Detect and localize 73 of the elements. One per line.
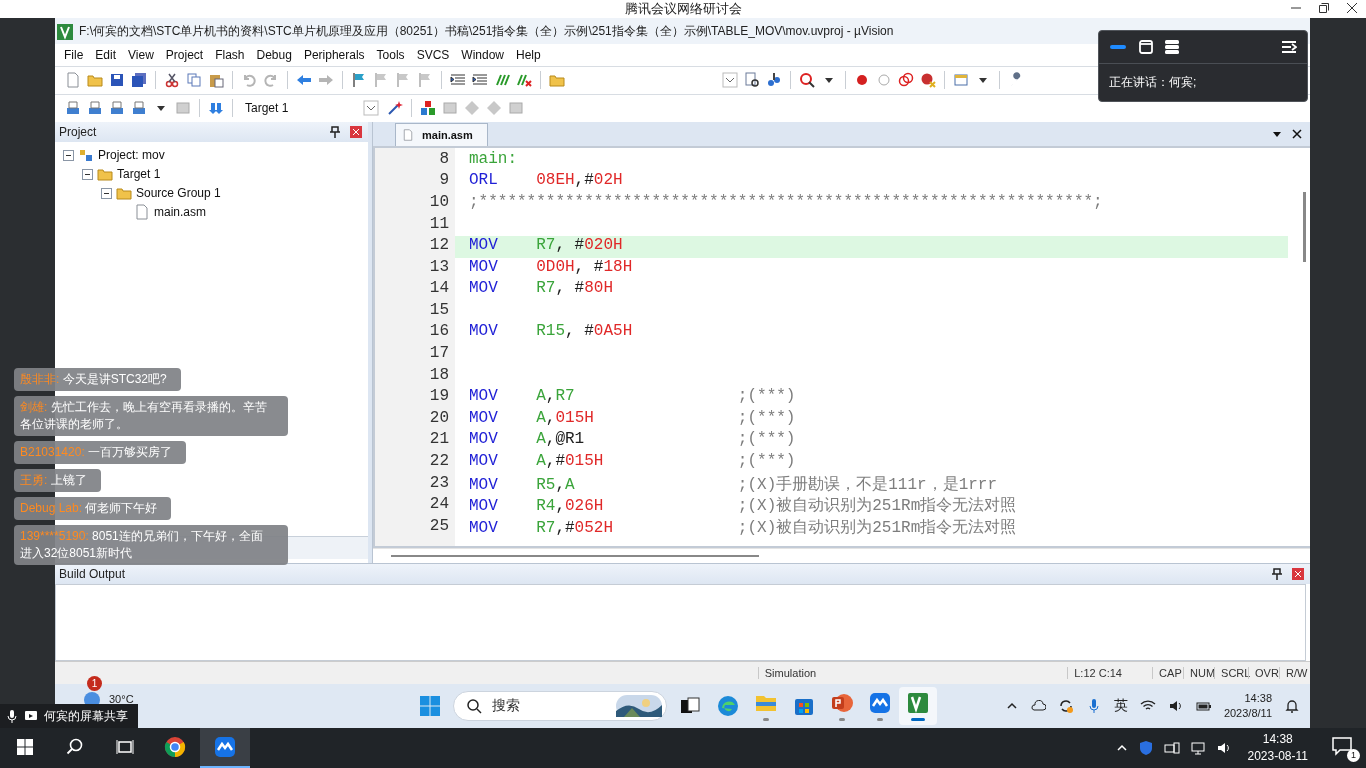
temperature-text: 30°C: [109, 693, 134, 706]
chat-message: B21031420: 一百万够买房了: [20, 445, 173, 459]
line-number: 16: [428, 322, 450, 343]
code-line: MOV A,#015H ;(***): [468, 452, 797, 473]
line-number: 18: [428, 365, 450, 386]
menu-item[interactable]: Debug: [251, 47, 299, 62]
speaker-text: 正在讲话：何宾;: [1109, 74, 1198, 91]
window-title: F:\何宾的文档\STC单片机书的资料\STC单片机原理及应用（80251）书稿\251指令集（全）示例\251指令集（全）示例\TABLE_MOV\mov.uvproj - µVision: [79, 22, 894, 40]
clock[interactable]: 14:38 2023/8/11: [1223, 691, 1272, 722]
tree-item[interactable]: Source Group 1: [136, 186, 221, 201]
status-text: L:12 C:14: [1067, 667, 1153, 680]
tree-item[interactable]: Project: mov: [98, 148, 165, 163]
line-number: 11: [428, 214, 450, 235]
code-line: MOV A,015H ;(***): [468, 408, 797, 429]
menu-item[interactable]: Flash: [210, 47, 252, 62]
code-line: MOV R7,#052H ;(X)被自动识别为251Rm指令无法对照: [468, 517, 1018, 539]
input-method-indicator[interactable]: 英: [1113, 697, 1128, 716]
line-number: 12: [428, 236, 450, 257]
tree-item[interactable]: main.asm: [154, 205, 206, 220]
code-line: MOV 0D0H, #18H: [468, 257, 634, 278]
menu-item[interactable]: Help: [511, 47, 548, 62]
chat-message: 剑雄: 先忙工作去，晚上有空再看录播的。辛苦各位讲课的老师了。: [20, 400, 267, 431]
line-number: 20: [428, 408, 450, 429]
status-indicator: OVR: [1248, 667, 1279, 680]
chat-message: 殷非非: 今天是讲STC32吧?: [20, 372, 167, 386]
status-indicator: NUM: [1183, 667, 1215, 680]
line-number: 15: [428, 300, 450, 321]
menu-item[interactable]: SVCS: [411, 47, 457, 62]
notification-count: 1: [1347, 749, 1360, 762]
code-line: MOV R4,026H ;(X)被自动识别为251Rm指令无法对照: [468, 496, 1018, 517]
code-line: MOV R5,A ;(X)手册勘误，不是111r，是1rrr: [468, 474, 999, 496]
chat-message: Debug Lab: 何老师下午好: [20, 501, 158, 515]
menu-item[interactable]: Window: [456, 47, 511, 62]
code-line: ;****************************************************************;: [468, 192, 1104, 213]
line-number: 10: [428, 192, 450, 213]
tree-item[interactable]: Target 1: [117, 167, 161, 182]
target-select[interactable]: Target 1: [241, 98, 381, 119]
line-number: 22: [428, 452, 450, 473]
chat-message: 王勇: 上镜了: [20, 473, 87, 487]
code-line: main:: [468, 149, 518, 170]
menu-item[interactable]: Edit: [90, 47, 124, 62]
line-number: 21: [428, 430, 450, 451]
line-number: 13: [428, 257, 450, 278]
menu-item[interactable]: File: [59, 47, 91, 62]
line-number: 23: [428, 473, 450, 494]
status-text: Simulation: [757, 667, 1068, 680]
editor-tab[interactable]: main.asm: [395, 122, 488, 146]
code-line: MOV A,R7 ;(***): [468, 387, 797, 408]
menu-item[interactable]: Project: [160, 47, 211, 62]
status-indicator: R/W: [1279, 667, 1310, 680]
code-line: MOV A,@R1 ;(***): [468, 430, 797, 451]
clock[interactable]: 14:38 2023-08-11: [1247, 731, 1308, 765]
panel-title: Build Output: [59, 567, 126, 582]
window-title: 腾讯会议网络研讨会: [624, 0, 742, 18]
menu-item[interactable]: View: [123, 47, 161, 62]
line-number: 24: [428, 495, 450, 516]
line-number: 14: [428, 279, 450, 300]
menu-item[interactable]: Peripherals: [298, 47, 372, 62]
line-number: 17: [428, 344, 450, 365]
code-line: ORL 08EH,#02H: [468, 171, 624, 192]
status-indicator: SCRL: [1214, 667, 1249, 680]
search-field[interactable]: 搜索: [453, 691, 667, 722]
chat-message: 139****5190: 8051连的兄弟们，下午好，全面进入32位8051新时代: [20, 529, 263, 560]
menu-item[interactable]: Tools: [371, 47, 412, 62]
line-number: 8: [438, 149, 450, 170]
screen-share-label: 何宾的屏幕共享: [44, 707, 128, 725]
code-line: MOV R15, #0A5H: [468, 322, 634, 343]
line-number: 19: [428, 387, 450, 408]
panel-title: Project: [59, 124, 97, 139]
line-number: 9: [438, 171, 450, 192]
status-indicator: CAP: [1152, 667, 1184, 680]
line-number: 25: [428, 516, 450, 537]
code-line: MOV R7, #80H: [468, 279, 615, 300]
